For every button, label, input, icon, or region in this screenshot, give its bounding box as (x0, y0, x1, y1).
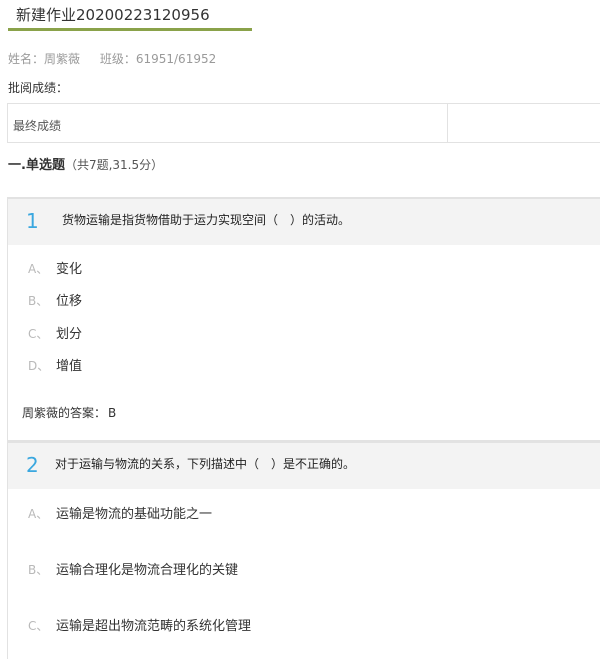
option-c: C、 运输是超出物流范畴的系统化管理 (28, 615, 251, 634)
option-letter: C、 (28, 327, 49, 341)
option-letter: A、 (28, 507, 49, 521)
option-b: B、 位移 (28, 290, 82, 309)
section-meta: （共7题,31.5分） (64, 158, 164, 172)
option-text: 运输合理化是物流合理化的关键 (56, 563, 239, 578)
answer-value: B (108, 406, 117, 420)
student-answer: 周紫薇的答案： B (22, 404, 116, 421)
option-a: A、 变化 (28, 258, 82, 277)
question-text: 对于运输与物流的关系，下列描述中（ ）是不正确的。 (55, 457, 356, 471)
question-header: 2 对于运输与物流的关系，下列描述中（ ）是不正确的。 (7, 441, 600, 489)
question-text: 货物运输是指货物借助于运力实现空间（ ）的活动。 (62, 213, 351, 227)
question-number: 1 (26, 209, 39, 233)
option-d: D、 增值 (28, 355, 82, 374)
option-a: A、 运输是物流的基础功能之一 (28, 503, 212, 522)
option-text: 位移 (56, 294, 83, 309)
section-title: 一.单选题（共7题,31.5分） (8, 154, 163, 173)
option-letter: D、 (28, 359, 50, 373)
option-text: 运输是物流的基础功能之一 (56, 507, 213, 522)
question-body: A、 变化 B、 位移 C、 划分 D、 增值 周紫薇的答案： B (7, 245, 600, 441)
option-text: 增值 (56, 359, 83, 374)
title-underline (8, 28, 252, 31)
answer-label: 周紫薇的答案： (22, 406, 107, 420)
final-grade-cell: 最终成绩 (8, 104, 448, 142)
option-text: 运输是超出物流范畴的系统化管理 (56, 619, 252, 634)
student-info: 姓名：周紫薇 班级：61951/61952 (8, 50, 232, 67)
question-body: A、 运输是物流的基础功能之一 B、 运输合理化是物流合理化的关键 C、 运输是超出物… (7, 489, 600, 659)
option-c: C、 划分 (28, 323, 82, 342)
question-header: 1 货物运输是指货物借助于运力实现空间（ ）的活动。 (7, 197, 600, 245)
grade-table: 最终成绩 (7, 103, 600, 143)
option-text: 划分 (56, 327, 83, 342)
student-class: 班级：61951/61952 (99, 52, 217, 66)
student-name: 姓名：周紫薇 (8, 52, 81, 66)
option-letter: A、 (28, 262, 49, 276)
option-letter: C、 (28, 619, 49, 633)
option-letter: B、 (28, 563, 49, 577)
question-number: 2 (26, 453, 39, 477)
section-name: 一.单选题 (8, 158, 65, 173)
option-text: 变化 (56, 262, 83, 277)
assignment-title: 新建作业20200223120956 (16, 6, 210, 24)
option-b: B、 运输合理化是物流合理化的关键 (28, 559, 238, 578)
review-grade-label: 批阅成绩： (8, 81, 69, 95)
option-letter: B、 (28, 294, 49, 308)
